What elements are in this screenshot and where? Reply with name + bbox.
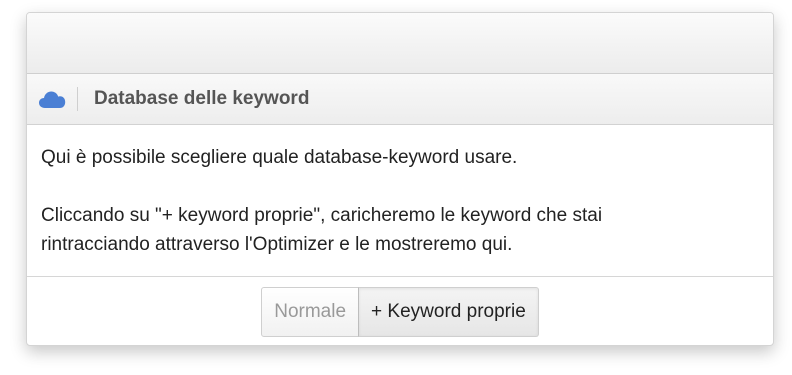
explanation-line-1: Cliccando su "+ keyword proprie", carich… [41, 205, 603, 226]
header-separator [77, 87, 78, 111]
panel-header: Database delle keyword [27, 74, 773, 125]
panel-footer: Normale + Keyword proprie [27, 277, 773, 345]
keyword-proprie-button[interactable]: + Keyword proprie [358, 286, 539, 337]
explanation-line-2: rintracciando attraverso l'Optimizer e l… [41, 234, 513, 255]
explanation-text: Cliccando su "+ keyword proprie", carich… [41, 201, 759, 259]
description-text: Qui è possibile scegliere quale database… [41, 147, 518, 168]
panel-body: Qui è possibile scegliere quale database… [27, 125, 773, 277]
database-toggle-group: Normale + Keyword proprie [261, 286, 539, 337]
panel-title: Database delle keyword [94, 88, 310, 109]
cloud-icon [27, 74, 77, 124]
keyword-database-panel: Database delle keyword Qui è possibile s… [26, 12, 774, 346]
panel-top-bar [27, 13, 773, 74]
normale-button[interactable]: Normale [261, 286, 360, 337]
